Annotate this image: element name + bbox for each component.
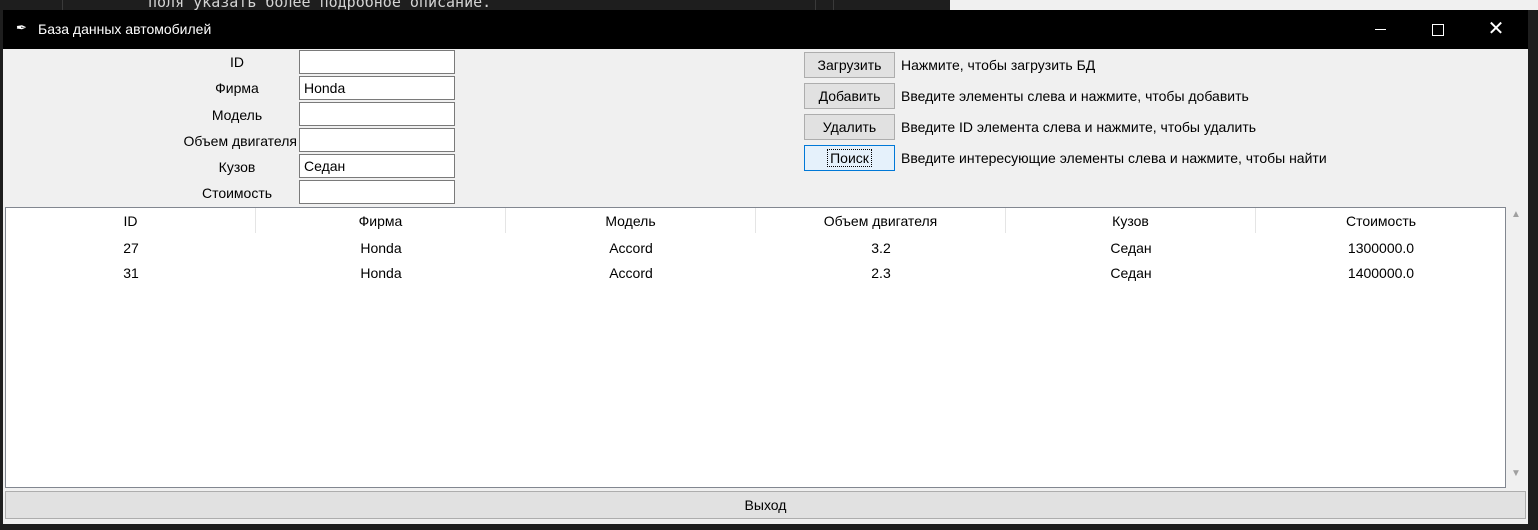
delete-button[interactable]: Удалить <box>804 114 895 140</box>
label-body-type: Кузов <box>218 159 256 175</box>
table-row[interactable]: 31 Honda Accord 2.3 Седан 1400000.0 <box>6 261 1506 286</box>
column-header-engine-volume[interactable]: Объем двигателя <box>756 208 1006 233</box>
cell-brand: Honda <box>360 240 402 256</box>
price-input[interactable] <box>299 180 455 204</box>
table-row[interactable]: 27 Honda Accord 3.2 Седан 1300000.0 <box>6 236 1506 261</box>
feather-icon: ✒ <box>16 20 27 35</box>
minimize-button[interactable] <box>1351 10 1409 49</box>
label-price: Стоимость <box>201 185 273 201</box>
cell-id: 27 <box>123 240 139 256</box>
column-header-model[interactable]: Модель <box>506 208 756 233</box>
close-button[interactable]: ✕ <box>1467 10 1525 49</box>
engine-volume-input[interactable] <box>299 128 455 152</box>
brand-input[interactable] <box>299 76 455 100</box>
cell-id: 31 <box>123 265 139 281</box>
exit-button[interactable]: Выход <box>5 491 1526 519</box>
scroll-up-icon[interactable]: ▲ <box>1506 209 1526 227</box>
close-icon: ✕ <box>1487 18 1505 40</box>
column-header-body-type[interactable]: Кузов <box>1006 208 1256 233</box>
column-header-price[interactable]: Стоимость <box>1256 208 1506 233</box>
results-table[interactable]: ID Фирма Модель Объем двигателя Кузов Ст… <box>5 207 1506 488</box>
cell-brand: Honda <box>360 265 402 281</box>
body-type-input[interactable] <box>299 154 455 178</box>
search-button[interactable]: Поиск <box>804 145 895 171</box>
maximize-icon <box>1432 23 1444 36</box>
cell-engine-volume: 3.2 <box>871 240 891 256</box>
column-header-brand[interactable]: Фирма <box>256 208 506 233</box>
model-input[interactable] <box>299 102 455 126</box>
cell-engine-volume: 2.3 <box>871 265 891 281</box>
search-button-label: Поиск <box>827 149 872 167</box>
label-id: ID <box>230 54 244 70</box>
background-panel <box>950 0 1538 10</box>
maximize-button[interactable] <box>1409 10 1467 49</box>
id-input[interactable] <box>299 50 455 74</box>
label-engine-volume: Объем двигателя <box>183 133 297 149</box>
load-button[interactable]: Загрузить <box>804 52 895 78</box>
cell-price: 1300000.0 <box>1347 240 1415 256</box>
cell-price: 1400000.0 <box>1347 265 1415 281</box>
title-bar[interactable]: ✒ База данных автомобилей ✕ <box>3 10 1528 49</box>
cell-model: Accord <box>609 240 653 256</box>
cell-body-type: Седан <box>1110 265 1152 281</box>
window-title: База данных автомобилей <box>38 21 212 37</box>
delete-description: Введите ID элемента слева и нажмите, что… <box>901 119 1257 135</box>
search-description: Введите интересующие элементы слева и на… <box>901 150 1327 166</box>
scroll-down-icon[interactable]: ▼ <box>1506 468 1526 486</box>
table-header: ID Фирма Модель Объем двигателя Кузов Ст… <box>6 208 1506 233</box>
column-header-id[interactable]: ID <box>6 208 256 233</box>
add-description: Введите элементы слева и нажмите, чтобы … <box>901 88 1249 104</box>
add-button[interactable]: Добавить <box>804 83 895 109</box>
app-window: ✒ База данных автомобилей ✕ ID Фирма Мод… <box>3 10 1528 524</box>
minimize-icon <box>1374 29 1386 31</box>
table-scrollbar[interactable]: ▲ ▼ <box>1506 207 1526 488</box>
cell-model: Accord <box>609 265 653 281</box>
load-description: Нажмите, чтобы загрузить БД <box>901 57 1096 73</box>
cell-body-type: Седан <box>1110 240 1152 256</box>
label-brand: Фирма <box>215 80 259 96</box>
label-model: Модель <box>211 107 263 123</box>
